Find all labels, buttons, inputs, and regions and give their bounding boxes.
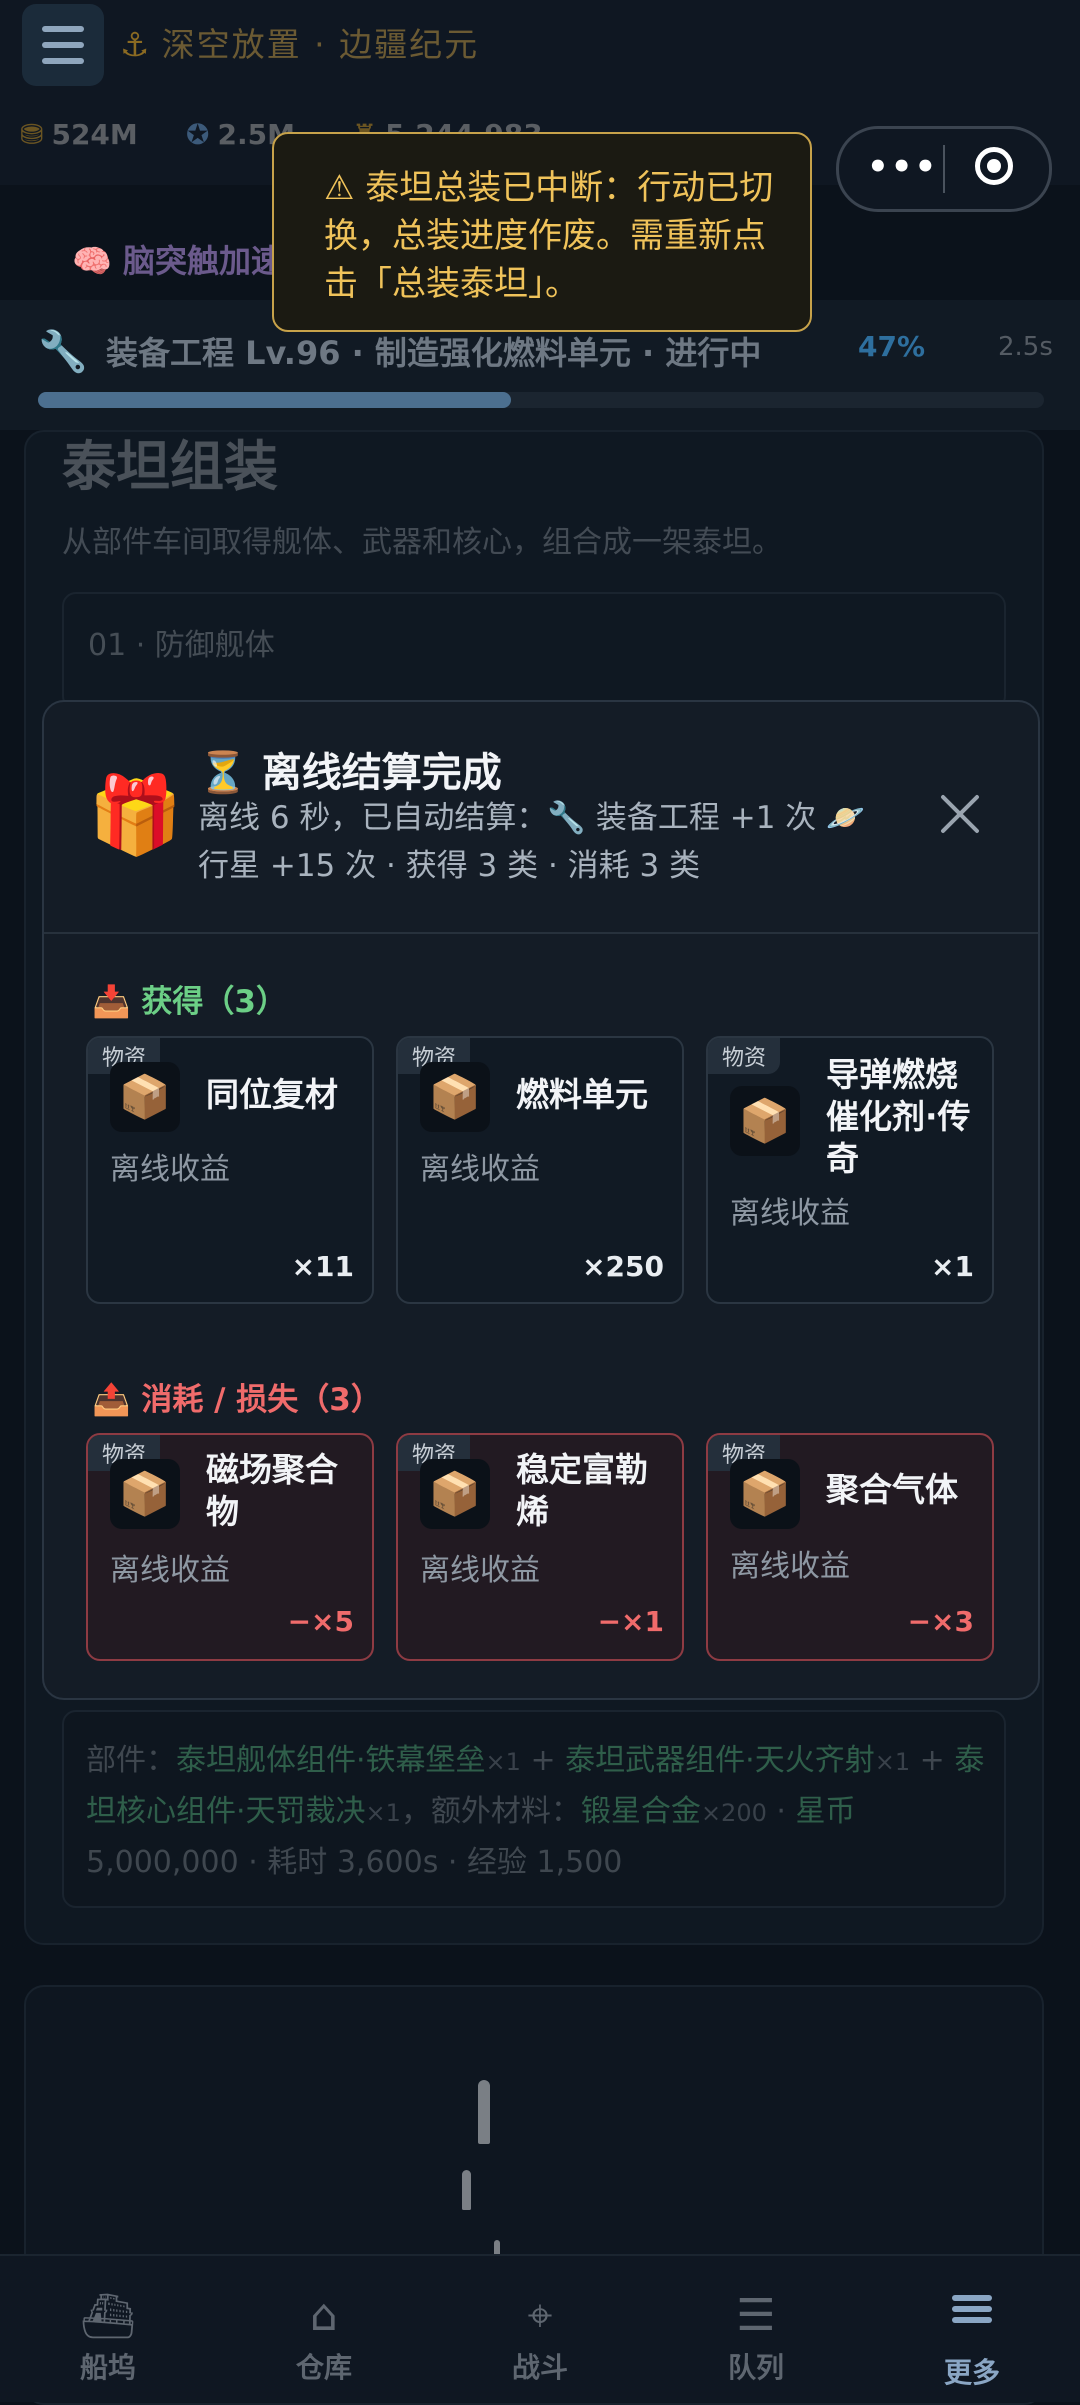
- item-name: 磁场聚合物: [206, 1450, 338, 1531]
- parts-prefix: 部件：: [86, 1743, 176, 1778]
- resource-coins: ⛃ 524M: [20, 118, 138, 151]
- app-title-text: 深空放置 · 边疆纪元: [161, 25, 480, 64]
- item-name: 聚合气体: [826, 1470, 958, 1509]
- ship-icon: ⛴: [80, 2291, 136, 2342]
- coins-icon: ⛃: [20, 118, 44, 151]
- titan-assembly-title: 泰坦组装: [62, 435, 278, 498]
- item-name: 稳定富勒烯: [516, 1450, 648, 1531]
- app-title: ⚓ 深空放置 · 边疆纪元: [120, 18, 479, 66]
- queue-icon: ☰: [736, 2290, 776, 2341]
- box-icon: 📦: [110, 1062, 180, 1132]
- more-button[interactable]: •••: [867, 147, 938, 187]
- nav-queue-label: 队列: [727, 2351, 784, 2384]
- parts-plus: +: [520, 1743, 566, 1778]
- gain-item[interactable]: 物资 📦 同位复材 离线收益 ×11: [86, 1036, 374, 1304]
- warehouse-icon: ⌂: [310, 2290, 338, 2341]
- item-source: 离线收益: [420, 1553, 540, 1588]
- item-qty: −×5: [287, 1605, 354, 1638]
- nav-more-label: 更多: [943, 2356, 1000, 2389]
- crosshair-icon: ⌖: [527, 2290, 553, 2341]
- item-qty: −×1: [597, 1605, 664, 1638]
- gain-item[interactable]: 物资 📦 燃料单元 离线收益 ×250: [396, 1036, 684, 1304]
- time-and-exp: · 耗时 3,600s · 经验 1,500: [238, 1845, 623, 1880]
- gift-icon: 🎁: [88, 770, 183, 859]
- item-source: 离线收益: [110, 1553, 230, 1588]
- rocket-sprite: [478, 2080, 490, 2144]
- nav-more[interactable]: 更多: [892, 2290, 1052, 2391]
- item-qty: ×1: [931, 1250, 974, 1283]
- loss-item[interactable]: 物资 📦 聚合气体 离线收益 −×3: [706, 1433, 994, 1661]
- nav-dock[interactable]: ⛴ 船坞: [28, 2290, 188, 2386]
- modal-title: ⏳ 离线结算完成: [198, 750, 502, 796]
- coins-value: 524M: [51, 118, 138, 151]
- item-name: 导弹燃烧催化剂·传奇: [826, 1055, 971, 1178]
- loss-section-title: 📤 消耗 / 损失（3）: [92, 1382, 382, 1418]
- parts-plus: +: [910, 1743, 955, 1778]
- menu-icon: [892, 2295, 1052, 2349]
- production-progress-fill: [38, 392, 511, 408]
- gain-item[interactable]: 物资 📦 导弹燃烧催化剂·传奇 离线收益 ×1: [706, 1036, 994, 1304]
- production-text: 装备工程 Lv.96 · 制造强化燃料单元 · 进行中: [106, 334, 762, 372]
- production-percent: 47%: [858, 330, 926, 363]
- coin-label: 星币: [795, 1794, 856, 1829]
- loss-item[interactable]: 物资 📦 稳定富勒烯 离线收益 −×1: [396, 1433, 684, 1661]
- box-icon: 📦: [420, 1459, 490, 1529]
- modal-subtitle: 离线 6 秒，已自动结算：🔧 装备工程 +1 次 🪐 行星 +15 次 · 获得…: [198, 800, 865, 884]
- mini-program-capsule: •••: [836, 126, 1052, 212]
- boost-label: 脑突触加速: [122, 242, 283, 280]
- capsule-divider: [943, 145, 945, 193]
- extra-material-qty: ×200: [700, 1799, 767, 1827]
- part-core-qty: ×1: [365, 1799, 401, 1827]
- box-icon: 📦: [730, 1086, 800, 1156]
- item-tag: 物资: [708, 1038, 781, 1074]
- menu-button[interactable]: [22, 4, 104, 86]
- item-name: 燃料单元: [516, 1075, 648, 1114]
- boost-row[interactable]: 🧠 脑突触加速: [72, 236, 283, 282]
- nav-dock-label: 船坞: [79, 2351, 136, 2384]
- box-icon: 📦: [420, 1062, 490, 1132]
- item-qty: ×250: [582, 1250, 664, 1283]
- coin-value: 5,000,000: [86, 1845, 239, 1880]
- nav-battle-label: 战斗: [511, 2351, 568, 2384]
- close-icon[interactable]: [938, 792, 982, 836]
- part-weapon-qty: ×1: [874, 1748, 911, 1776]
- gain-section-title: 📥 获得（3）: [92, 984, 287, 1020]
- hull-slot-label: 01 · 防御舰体: [88, 628, 275, 663]
- extra-prefix: ，额外材料：: [400, 1794, 581, 1829]
- item-source: 离线收益: [110, 1152, 230, 1187]
- item-qty: ×11: [291, 1250, 354, 1283]
- loss-item[interactable]: 物资 📦 磁场聚合物 离线收益 −×5: [86, 1433, 374, 1661]
- parts-info-text: 部件：泰坦舰体组件·铁幕堡垒×1 + 泰坦武器组件·天火齐射×1 + 泰坦核心组…: [86, 1736, 986, 1888]
- part-weapon: 泰坦武器组件·天火齐射: [565, 1743, 875, 1778]
- box-icon: 📦: [730, 1459, 800, 1529]
- item-source: 离线收益: [730, 1196, 850, 1231]
- part-hull-qty: ×1: [485, 1748, 521, 1776]
- nav-battle[interactable]: ⌖ 战斗: [460, 2290, 620, 2386]
- item-qty: −×3: [907, 1605, 974, 1638]
- parts-separator: ·: [766, 1794, 796, 1829]
- box-icon: 📦: [110, 1459, 180, 1529]
- nav-queue[interactable]: ☰ 队列: [676, 2290, 836, 2386]
- wrench-icon: 🔧: [38, 329, 88, 375]
- brain-icon: 🧠: [72, 242, 112, 280]
- extra-material: 锻星合金: [580, 1794, 701, 1829]
- rocket-sprite: [462, 2170, 471, 2210]
- toast-text: ⚠ 泰坦总装已中断：行动已切换，总装进度作废。需重新点击「总装泰坦」。: [324, 168, 774, 304]
- medal-icon: ✪: [186, 118, 210, 151]
- nav-warehouse[interactable]: ⌂ 仓库: [244, 2290, 404, 2386]
- titan-assembly-description: 从部件车间取得舰体、武器和核心，组合成一架泰坦。: [62, 525, 782, 560]
- item-source: 离线收益: [420, 1152, 540, 1187]
- item-source: 离线收益: [730, 1549, 850, 1584]
- modal-divider: [44, 932, 1038, 934]
- nav-warehouse-label: 仓库: [295, 2351, 352, 2384]
- production-time: 2.5s: [998, 332, 1053, 362]
- item-name: 同位复材: [206, 1075, 338, 1114]
- anchor-icon: ⚓: [120, 25, 152, 64]
- part-hull: 泰坦舰体组件·铁幕堡垒: [176, 1743, 486, 1778]
- interrupt-toast: ⚠ 泰坦总装已中断：行动已切换，总装进度作废。需重新点击「总装泰坦」。: [272, 132, 812, 332]
- close-target-icon[interactable]: [975, 147, 1013, 185]
